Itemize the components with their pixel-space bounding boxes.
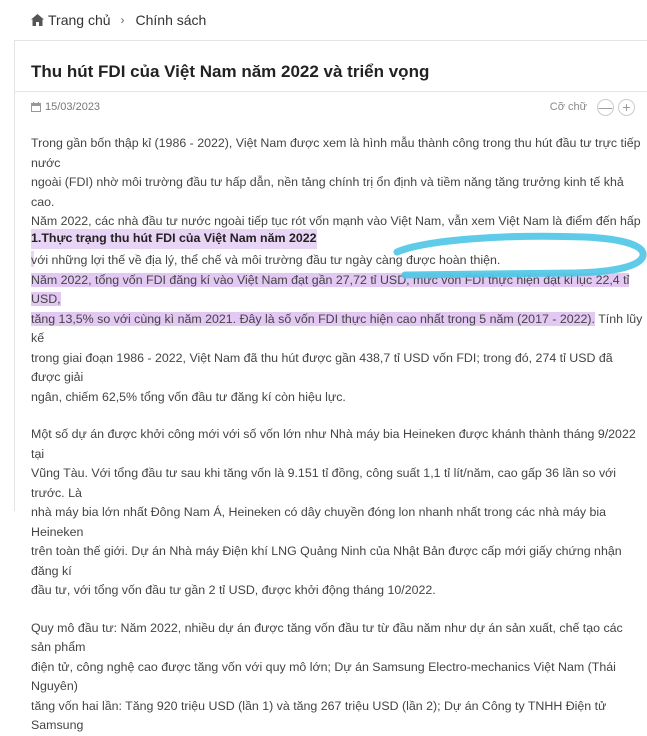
publish-date-text: 15/03/2023 — [45, 101, 101, 113]
intro-line: với những lợi thế về địa lý, thể chế và … — [31, 253, 501, 267]
breadcrumb: Trang chủ › Chính sách — [31, 10, 206, 30]
font-size-controls: Cỡ chữ — + — [550, 96, 635, 118]
paragraph-text: ngân, chiếm 62,5% tổng vốn đầu tư đăng k… — [31, 389, 346, 404]
paragraph-text: trên toàn thế giới. Dự án Nhà máy Điện k… — [31, 544, 622, 578]
publish-date: 15/03/2023 — [31, 99, 100, 115]
paragraph-fdi-2022: Năm 2022, tổng vốn FDI đăng kí vào Việt … — [31, 271, 643, 408]
intro-line: ngoài (FDI) nhờ môi trường đầu tư hấp dẫ… — [31, 175, 624, 209]
paragraph-text: Vũng Tàu. Với tổng đầu tư sau khi tăng v… — [31, 466, 617, 500]
paragraph-text: nhà máy bia lớn nhất Đông Nam Á, Heineke… — [31, 505, 607, 539]
section-heading-text: 1.Thực trạng thu hút FDI của Việt Nam nă… — [31, 229, 317, 249]
highlighted-text: tăng 13,5% so với cùng kì năm 2021. Đây … — [31, 311, 595, 326]
section-heading: 1.Thực trạng thu hút FDI của Việt Nam nă… — [31, 229, 643, 249]
article-body: Trong gần bốn thập kỉ (1986 - 2022), Việ… — [31, 134, 643, 736]
paragraph-text: Một số dự án được khởi công mới với số v… — [31, 427, 636, 461]
breadcrumb-home-link[interactable]: Trang chủ — [48, 12, 111, 28]
page-title: Thu hút FDI của Việt Nam năm 2022 và tri… — [31, 62, 430, 81]
chevron-right-icon: › — [120, 13, 125, 27]
intro-paragraph: Trong gần bốn thập kỉ (1986 - 2022), Việ… — [31, 134, 643, 267]
font-decrease-button[interactable]: — — [597, 98, 614, 116]
paragraph-text: Quy mô đầu tư: Năm 2022, nhiều dự án đượ… — [31, 620, 623, 655]
breadcrumb-section-link[interactable]: Chính sách — [136, 12, 207, 28]
font-increase-button[interactable]: + — [618, 98, 635, 116]
highlighted-text: Năm 2022, tổng vốn FDI đăng kí vào Việt … — [31, 272, 630, 306]
paragraph-investment-scale: Quy mô đầu tư: Năm 2022, nhiều dự án đượ… — [31, 619, 643, 736]
paragraph-text: tăng vốn hai lần: Tăng 920 triệu USD (lầ… — [31, 698, 607, 733]
home-icon — [31, 14, 44, 26]
title-divider — [14, 91, 647, 92]
paragraph-projects: Một số dự án được khởi công mới với số v… — [31, 425, 643, 601]
paragraph-text: trong giai đoạn 1986 - 2022, Việt Nam đã… — [31, 350, 613, 385]
paragraph-text: điện tử, công nghệ cao được tăng vốn với… — [31, 659, 616, 694]
font-size-label: Cỡ chữ — [549, 101, 587, 113]
intro-line: Trong gần bốn thập kỉ (1986 - 2022), Việ… — [31, 136, 641, 170]
paragraph-text: đầu tư, với tổng vốn đầu tư gần 2 tỉ USD… — [31, 583, 436, 597]
calendar-icon — [31, 102, 41, 112]
